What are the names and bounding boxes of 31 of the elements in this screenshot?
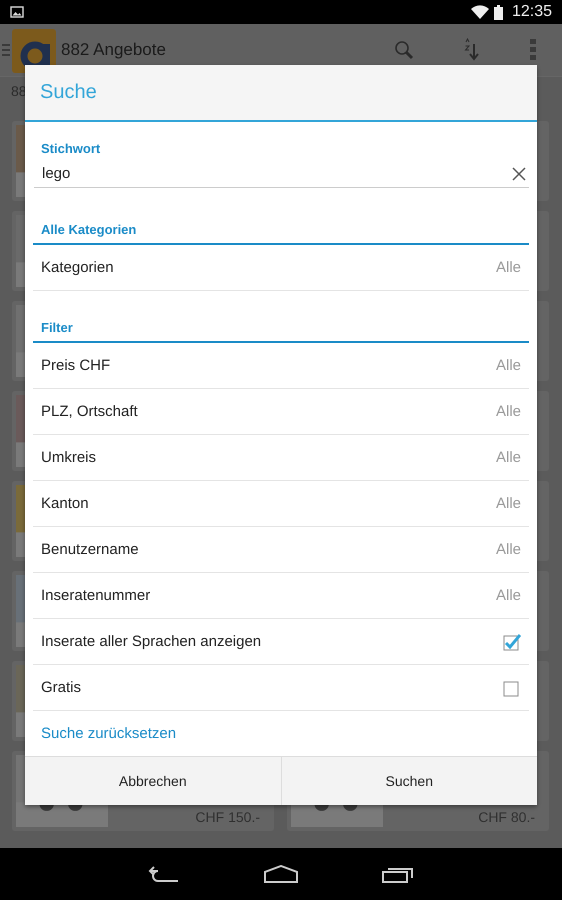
section-heading: Alle Kategorien bbox=[40, 222, 136, 238]
filter-row[interactable]: Gratis bbox=[33, 665, 529, 712]
sort-icon[interactable] bbox=[464, 38, 480, 62]
clock-time: 12:35 bbox=[512, 3, 552, 21]
dialog-title: Suche bbox=[40, 81, 97, 104]
filter-row[interactable]: Kanton Alle bbox=[33, 481, 529, 528]
recent-apps-icon[interactable] bbox=[382, 865, 414, 883]
search-icon[interactable] bbox=[394, 40, 414, 60]
filter-row[interactable]: Preis CHF Alle bbox=[33, 343, 529, 390]
battery-icon bbox=[494, 4, 503, 20]
filter-row[interactable]: Inserate aller Sprachen anzeigen bbox=[33, 619, 529, 666]
filter-row[interactable]: Inseratenummer Alle bbox=[33, 573, 529, 620]
filter-row[interactable]: PLZ, Ortschaft Alle bbox=[33, 389, 529, 436]
overflow-menu-icon[interactable] bbox=[530, 39, 536, 61]
image-icon bbox=[10, 6, 24, 18]
dialog-button[interactable]: Suchen bbox=[280, 757, 537, 805]
filter-row[interactable]: Umkreis Alle bbox=[33, 435, 529, 482]
dialog-button[interactable]: Abbrechen bbox=[25, 757, 280, 805]
filter-row[interactable]: Benutzername Alle bbox=[33, 527, 529, 574]
clear-icon[interactable] bbox=[512, 166, 526, 181]
reset-link[interactable]: Suche zurücksetzen bbox=[41, 725, 176, 742]
section-heading: Filter bbox=[40, 320, 73, 336]
checkbox[interactable] bbox=[503, 678, 521, 697]
checkbox[interactable] bbox=[503, 632, 521, 651]
back-icon[interactable] bbox=[148, 865, 180, 883]
drawer-icon[interactable] bbox=[2, 43, 10, 57]
wifi-icon bbox=[470, 5, 489, 19]
filter-row[interactable]: Kategorien Alle bbox=[33, 245, 529, 292]
keyword-field[interactable]: lego bbox=[34, 162, 529, 188]
app-title: 882 Angebote bbox=[61, 40, 167, 60]
home-icon[interactable] bbox=[264, 865, 298, 883]
